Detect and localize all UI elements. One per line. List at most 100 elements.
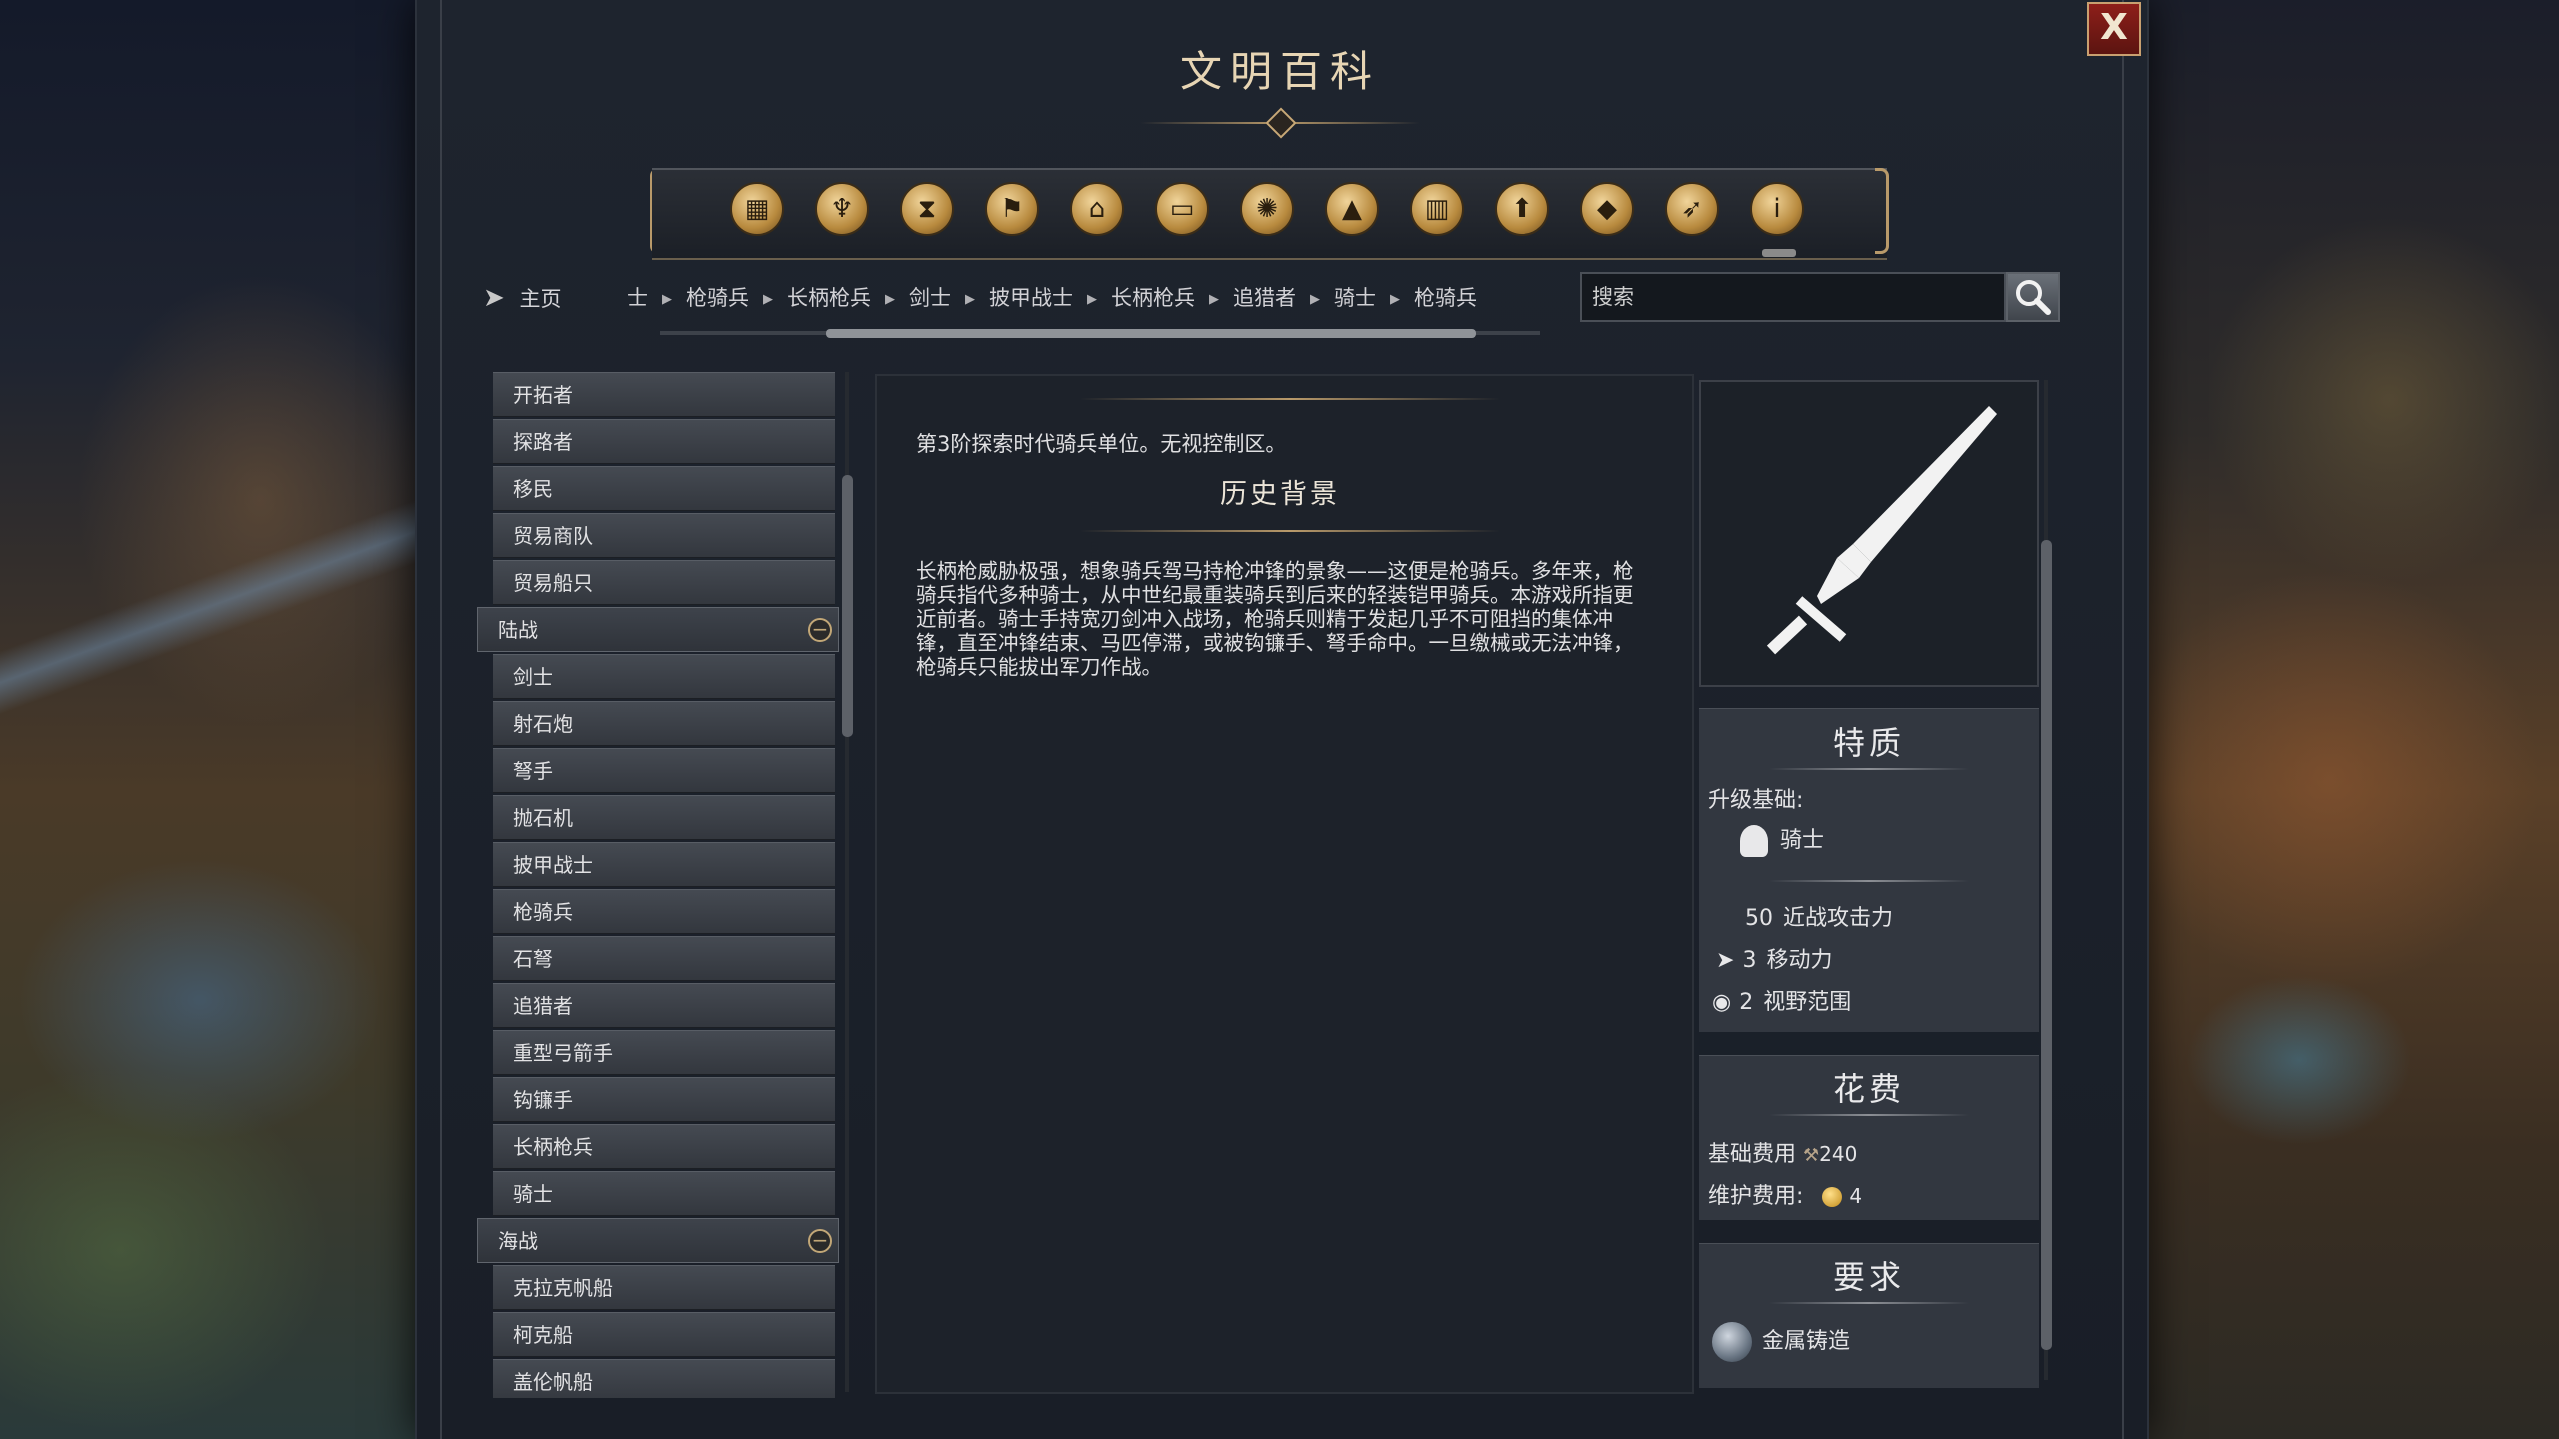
stat-label: 移动力 bbox=[1766, 948, 1833, 973]
breadcrumb: 战士 ▶ 枪骑兵 ▶ 长柄枪兵 ▶ 剑士 ▶ 披甲战士 ▶ 长柄枪兵 ▶ 追猎者 ▶ 骑士 ▶ 枪骑兵 bbox=[628, 280, 1533, 316]
upkeep-row: 维护费用: 4 bbox=[1708, 1178, 1862, 1210]
breadcrumb-item[interactable]: 剑士 bbox=[909, 286, 951, 310]
base-cost-value: 240 bbox=[1819, 1142, 1858, 1166]
history-heading-ornament bbox=[1080, 530, 1500, 532]
list-item[interactable]: 披甲战士 bbox=[493, 842, 835, 887]
crates-icon[interactable]: ▦ bbox=[730, 182, 784, 236]
stat-melee-attack: 50 近战攻击力 bbox=[1745, 900, 1893, 932]
list-scrollbar[interactable] bbox=[842, 475, 853, 737]
group-header-naval[interactable]: 海战 − bbox=[477, 1218, 839, 1263]
breadcrumb-item[interactable]: 战士 bbox=[628, 286, 648, 310]
breadcrumb-item[interactable]: 长柄枪兵 bbox=[1111, 286, 1195, 310]
up-arrow-icon[interactable]: ⬆ bbox=[1495, 182, 1549, 236]
upgrade-label: 升级基础: bbox=[1708, 788, 1804, 813]
breadcrumb-separator-icon: ▶ bbox=[763, 292, 773, 307]
back-arrow-icon: ➤ bbox=[483, 283, 505, 313]
breadcrumb-item[interactable]: 骑士 bbox=[1334, 286, 1376, 310]
list-item[interactable]: 贸易船只 bbox=[493, 560, 835, 605]
breadcrumb-item[interactable]: 披甲战士 bbox=[989, 286, 1073, 310]
upgrade-unit-row[interactable]: 骑士 bbox=[1740, 822, 1824, 857]
breadcrumb-item[interactable]: 追猎者 bbox=[1233, 286, 1296, 310]
list-item[interactable]: 抛石机 bbox=[493, 795, 835, 840]
group-label: 陆战 bbox=[498, 618, 538, 642]
search-input[interactable] bbox=[1580, 272, 2006, 322]
terrain-tile-icon[interactable]: ◆ bbox=[1580, 182, 1634, 236]
book-icon[interactable]: ▭ bbox=[1155, 182, 1209, 236]
stat-value: 2 bbox=[1739, 990, 1754, 1015]
list-item[interactable]: 长柄枪兵 bbox=[493, 1124, 835, 1169]
traits-divider-2 bbox=[1769, 880, 1969, 882]
metal-casting-icon bbox=[1712, 1322, 1752, 1362]
list-item[interactable]: 开拓者 bbox=[493, 372, 835, 417]
building-icon[interactable]: ▥ bbox=[1410, 182, 1464, 236]
flag-icon[interactable]: ⚑ bbox=[985, 182, 1039, 236]
list-item[interactable]: 射石炮 bbox=[493, 701, 835, 746]
list-item[interactable]: 石弩 bbox=[493, 936, 835, 981]
list-item[interactable]: 柯克船 bbox=[493, 1312, 835, 1357]
upgrade-unit-name: 骑士 bbox=[1780, 828, 1825, 853]
requirement-tech-name: 金属铸造 bbox=[1762, 1329, 1851, 1354]
eye-icon: ◉ bbox=[1712, 990, 1732, 1015]
list-item[interactable]: 钩镰手 bbox=[493, 1077, 835, 1122]
breadcrumb-separator-icon: ▶ bbox=[1209, 292, 1219, 307]
hourglass-icon[interactable]: ⧗ bbox=[900, 182, 954, 236]
river-left bbox=[0, 470, 420, 770]
requirement-tech-row[interactable]: 金属铸造 bbox=[1712, 1322, 1850, 1362]
upkeep-label: 维护费用: bbox=[1708, 1184, 1804, 1209]
breadcrumb-separator-icon: ▶ bbox=[1087, 292, 1097, 307]
info-icon[interactable]: ⅰ bbox=[1750, 182, 1804, 236]
bar-end-right bbox=[1875, 168, 1889, 254]
right-scrollbar[interactable] bbox=[2041, 540, 2052, 1350]
mountain-icon[interactable]: ▲ bbox=[1325, 182, 1379, 236]
list-item[interactable]: 探路者 bbox=[493, 419, 835, 464]
cost-title: 花费 bbox=[1832, 1070, 1905, 1108]
stat-sight: ◉ 2 视野范围 bbox=[1712, 984, 1851, 1016]
dove-icon[interactable]: ➶ bbox=[1665, 182, 1719, 236]
lance-icon bbox=[1766, 406, 1997, 655]
traits-title: 特质 bbox=[1832, 724, 1905, 762]
group-header-land[interactable]: 陆战 − bbox=[477, 607, 839, 652]
stat-label: 视野范围 bbox=[1763, 990, 1852, 1015]
knight-helmet-icon bbox=[1740, 825, 1768, 857]
page-title: 文明百科 bbox=[1179, 47, 1380, 96]
list-item[interactable]: 移民 bbox=[493, 466, 835, 511]
list-item[interactable]: 骑士 bbox=[493, 1171, 835, 1216]
list-item[interactable]: 贸易商队 bbox=[493, 513, 835, 558]
atom-icon[interactable]: ✺ bbox=[1240, 182, 1294, 236]
collapse-icon[interactable]: − bbox=[808, 1229, 832, 1253]
home-link[interactable]: ➤ 主页 bbox=[483, 280, 561, 316]
requirements-divider bbox=[1769, 1302, 1969, 1304]
list-item[interactable]: 剑士 bbox=[493, 654, 835, 699]
breadcrumb-item-current[interactable]: 枪骑兵 bbox=[1414, 286, 1477, 310]
breadcrumb-separator-icon: ▶ bbox=[1310, 292, 1320, 307]
close-button[interactable]: X bbox=[2087, 2, 2141, 56]
collapse-icon[interactable]: − bbox=[808, 618, 832, 642]
gold-coin-icon bbox=[1822, 1187, 1843, 1207]
list-item[interactable]: 克拉克帆船 bbox=[493, 1265, 835, 1310]
breadcrumb-item[interactable]: 长柄枪兵 bbox=[787, 286, 871, 310]
goblet-icon[interactable]: ♆ bbox=[815, 182, 869, 236]
base-cost-label: 基础费用 bbox=[1708, 1142, 1797, 1167]
breadcrumb-item[interactable]: 枪骑兵 bbox=[686, 286, 749, 310]
breadcrumb-scrollbar[interactable] bbox=[826, 329, 1476, 338]
list-item[interactable]: 盖伦帆船 bbox=[493, 1359, 835, 1398]
search-button[interactable] bbox=[2006, 272, 2060, 322]
list-item[interactable]: 追猎者 bbox=[493, 983, 835, 1028]
category-selected-indicator bbox=[1762, 249, 1796, 257]
list-item[interactable]: 弩手 bbox=[493, 748, 835, 793]
home-label: 主页 bbox=[519, 287, 562, 311]
stat-label: 近战攻击力 bbox=[1783, 906, 1894, 931]
stat-movement: ➤ 3 移动力 bbox=[1716, 942, 1832, 974]
breadcrumb-separator-icon: ▶ bbox=[885, 292, 895, 307]
list-item[interactable]: 枪骑兵 bbox=[493, 889, 835, 934]
world-map-right bbox=[2129, 0, 2559, 1439]
base-cost-row: 基础费用 ⚒240 bbox=[1708, 1136, 1857, 1168]
unit-list: 开拓者 探路者 移民 贸易商队 贸易船只 陆战 − 剑士 射石炮 弩手 抛石机 … bbox=[477, 372, 840, 1398]
group-label: 海战 bbox=[498, 1229, 538, 1253]
upkeep-value: 4 bbox=[1849, 1184, 1863, 1208]
list-item[interactable]: 重型弓箭手 bbox=[493, 1030, 835, 1075]
breadcrumb-separator-icon: ▶ bbox=[965, 292, 975, 307]
history-heading: 历史背景 bbox=[1220, 479, 1340, 510]
temple-icon[interactable]: ⌂ bbox=[1070, 182, 1124, 236]
breadcrumb-separator-icon: ▶ bbox=[662, 292, 672, 307]
